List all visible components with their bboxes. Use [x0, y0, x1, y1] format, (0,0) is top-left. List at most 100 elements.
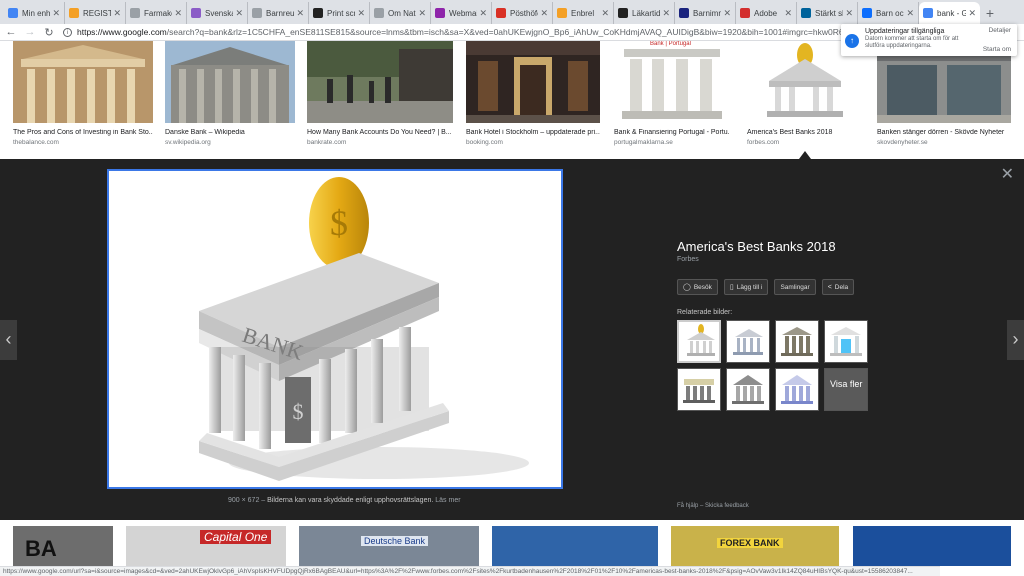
result-source: thebalance.com [13, 139, 59, 146]
related-image[interactable] [677, 368, 721, 411]
share-button[interactable]: < Dela [821, 279, 855, 295]
browser-tab[interactable]: bank - Google✕ [919, 2, 980, 24]
result-thumbnail[interactable]: FOREX BANK [671, 526, 839, 566]
image-title[interactable]: America's Best Banks 2018 [677, 239, 1007, 254]
related-image[interactable] [775, 320, 819, 363]
result-item[interactable]: How Many Bank Accounts Do You Need? | B.… [307, 41, 453, 146]
browser-tab[interactable]: Pösthöfer✕ [492, 2, 553, 24]
slash-icon [191, 8, 201, 18]
result-thumbnail[interactable] [466, 41, 600, 123]
close-tab-icon[interactable]: ✕ [845, 8, 853, 19]
bookmark-icon: ▯ [729, 284, 734, 291]
close-tab-icon[interactable]: ✕ [479, 8, 487, 19]
result-item[interactable]: The Pros and Cons of Investing in Bank S… [13, 41, 153, 146]
forward-icon[interactable]: → [22, 26, 38, 38]
close-tab-icon[interactable]: ✕ [113, 8, 121, 19]
details-button[interactable]: Detaljer [983, 27, 1011, 34]
result-thumbnail[interactable]: Bank | Portugal [614, 41, 730, 123]
related-image[interactable] [677, 320, 721, 363]
browser-tab[interactable]: Adobe ✕ [736, 2, 797, 24]
close-tab-icon[interactable]: ✕ [52, 8, 60, 19]
new-tab-icon[interactable]: + [980, 2, 1000, 24]
visit-button[interactable]: ◯ Besök [677, 279, 718, 295]
result-caption[interactable]: Danske Bank – Wikipedia [165, 129, 295, 136]
browser-tab[interactable]: Print screen✕ [309, 2, 370, 24]
image-viewer-panel: $ BANK $ 900 × 672 – Bilderna kan vara s… [0, 159, 1024, 520]
browser-tab[interactable]: Enbrel ✕ [553, 2, 614, 24]
update-icon: ↑ [845, 34, 859, 48]
close-tab-icon[interactable]: ✕ [601, 8, 609, 19]
related-image[interactable] [726, 368, 770, 411]
browser-tab[interactable]: Webmail ✕ [431, 2, 492, 24]
result-caption[interactable]: The Pros and Cons of Investing in Bank S… [13, 129, 153, 136]
close-icon[interactable]: ✕ [1001, 167, 1014, 183]
result-caption[interactable]: Banken stänger dörren - Skövde Nyheter [877, 129, 1011, 136]
feedback-link[interactable]: Skicka feedback [705, 503, 749, 509]
collections-button[interactable]: Samlingar [774, 279, 816, 295]
site-info-icon[interactable]: i [63, 27, 72, 37]
browser-tab[interactable]: Barn och✕ [858, 2, 919, 24]
restart-button[interactable]: Starta om [983, 46, 1011, 53]
browser-tab[interactable]: Barnimmunologi✕ [675, 2, 736, 24]
result-thumbnail[interactable]: BA [13, 526, 113, 566]
result-item[interactable]: Bank Hotel i Stockholm – uppdaterade pri… [466, 41, 600, 146]
browser-tab[interactable]: Om Nationella✕ [370, 2, 431, 24]
tab-title: Farmakologi [144, 8, 172, 18]
close-tab-icon[interactable]: ✕ [357, 8, 365, 19]
result-thumbnail[interactable]: Capital One [126, 526, 286, 566]
c-icon [679, 8, 689, 18]
result-item[interactable]: Danske Bank – Wikipedia sv.wikipedia.org [165, 41, 295, 146]
browser-tab[interactable]: Svenska ✕ [187, 2, 248, 24]
close-tab-icon[interactable]: ✕ [723, 8, 731, 19]
next-arrow-icon[interactable]: › [1007, 320, 1024, 360]
main-image[interactable]: $ BANK $ [107, 169, 563, 489]
close-tab-icon[interactable]: ✕ [968, 8, 976, 19]
help-link[interactable]: Få hjälp [677, 503, 698, 509]
result-item[interactable]: Bank | Portugal Bank & Finansiering Port… [614, 41, 730, 146]
result-thumbnail[interactable] [307, 41, 453, 123]
hotel-entrance-image [466, 41, 600, 123]
result-thumbnail[interactable]: Deutsche Bank [299, 526, 479, 566]
browser-tab[interactable]: REGISTER✕ [65, 2, 126, 24]
back-icon[interactable]: ← [3, 26, 19, 38]
related-image[interactable] [775, 368, 819, 411]
related-image[interactable] [726, 320, 770, 363]
lt-icon [618, 8, 628, 18]
result-caption[interactable]: How Many Bank Accounts Do You Need? | B.… [307, 129, 453, 136]
result-caption[interactable]: Bank & Finansiering Portugal - Portu... [614, 129, 730, 136]
globe-icon: ◯ [683, 284, 691, 291]
close-tab-icon[interactable]: ✕ [906, 8, 914, 19]
add-to-button[interactable]: ▯ Lägg till i [723, 279, 769, 295]
reload-icon[interactable]: ↻ [41, 26, 57, 39]
image-source: Forbes [677, 256, 699, 263]
browser-tab[interactable]: Stärkt skydd✕ [797, 2, 858, 24]
tab-title: REGISTER [83, 8, 111, 18]
result-thumbnail[interactable] [492, 526, 658, 566]
learn-more-link[interactable]: Läs mer [435, 497, 460, 504]
close-tab-icon[interactable]: ✕ [235, 8, 243, 19]
browser-tab[interactable]: Min enhet✕ [4, 2, 65, 24]
result-thumbnail[interactable] [13, 41, 153, 123]
close-tab-icon[interactable]: ✕ [296, 8, 304, 19]
result-thumbnail[interactable] [165, 41, 295, 123]
close-tab-icon[interactable]: ✕ [418, 8, 426, 19]
result-caption[interactable]: America's Best Banks 2018 [747, 129, 864, 136]
see-more-button[interactable]: Visa fler [824, 368, 868, 411]
notification-body: Datorn kommer att starta om för att slut… [865, 36, 959, 49]
close-tab-icon[interactable]: ✕ [784, 8, 792, 19]
bank-portugal-label: Bank | Portugal [650, 41, 691, 47]
related-images-label: Relaterade bilder: [677, 309, 733, 316]
result-caption[interactable]: Bank Hotel i Stockholm – uppdaterade pri… [466, 129, 600, 136]
close-tab-icon[interactable]: ✕ [662, 8, 670, 19]
related-image[interactable] [824, 320, 868, 363]
close-tab-icon[interactable]: ✕ [174, 8, 182, 19]
previous-arrow-icon[interactable]: ‹ [0, 320, 17, 360]
browser-tab[interactable]: Läkartidningen✕ [614, 2, 675, 24]
result-thumbnail[interactable] [853, 526, 1011, 566]
browser-tab[interactable]: Farmakologi✕ [126, 2, 187, 24]
related-thumb-graphic [830, 327, 862, 356]
tab-title: Print screen [327, 8, 356, 18]
close-tab-icon[interactable]: ✕ [540, 8, 548, 19]
see-more-label: Visa fler [830, 379, 863, 389]
browser-tab[interactable]: Barnreumatologi✕ [248, 2, 309, 24]
